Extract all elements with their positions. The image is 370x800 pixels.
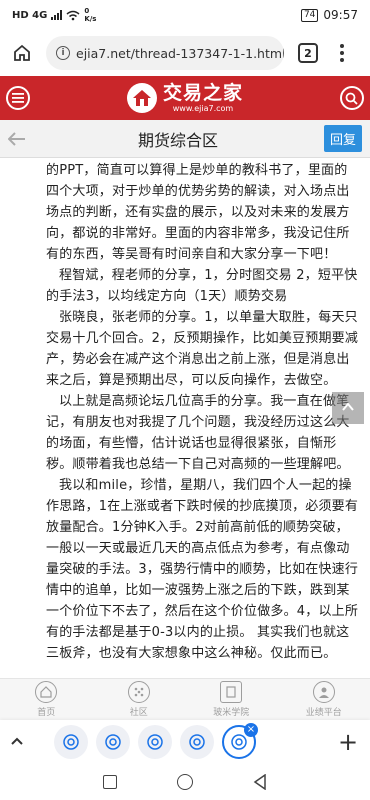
nav-item-community[interactable]: 社区 xyxy=(93,679,186,720)
post-paragraph: 张晓良，张老师的分享。1，以单量大取胜，每天只交易十几个回合。2，反预期操作，比… xyxy=(46,310,359,388)
new-tab-icon[interactable]: + xyxy=(336,728,360,756)
more-menu-icon[interactable] xyxy=(336,44,348,62)
nav-label: 首页 xyxy=(37,708,56,718)
battery-icon: 74 xyxy=(300,8,319,22)
document-icon xyxy=(220,681,243,703)
signal-icon xyxy=(51,10,63,20)
post-content: 的PPT，简直可以算得上是炒单的教科书了，里面的四个大项，对于炒单的优势劣势的解… xyxy=(0,158,370,678)
close-icon[interactable]: × xyxy=(244,723,258,737)
post-paragraph: 我以和mile，珍惜，星期八，我们四个人一起的操作思路，1在上涨或者下跌时候的抄… xyxy=(46,478,359,661)
page-title: 期货综合区 xyxy=(137,130,218,150)
nav-label: 社区 xyxy=(129,708,148,718)
system-nav-bar xyxy=(0,764,370,800)
network-status: HD 4G 0 K/s xyxy=(12,7,96,23)
nav-item-academy[interactable]: 玻米学院 xyxy=(185,679,278,720)
url-text: ejia7.net/thread-137347-1-1.html xyxy=(76,45,284,61)
network-label: HD 4G xyxy=(12,9,48,21)
logo-house-icon xyxy=(126,83,157,113)
clock: 09:57 xyxy=(323,8,358,22)
speed-label: 0 K/s xyxy=(84,7,97,23)
tab-switcher-button[interactable]: 2 xyxy=(298,43,318,63)
grid-icon xyxy=(127,681,150,703)
site-bottom-nav: 首页 社区 玻米学院 业绩平台 xyxy=(0,678,370,720)
search-icon[interactable] xyxy=(339,86,364,110)
back-arrow-icon[interactable] xyxy=(7,127,32,151)
tab-thumbnail[interactable] xyxy=(138,725,172,759)
home-circle-icon[interactable] xyxy=(177,774,193,790)
browser-tab-strip: × + xyxy=(0,720,370,764)
site-logo[interactable]: 交易之家 www.ejia7.com xyxy=(126,81,243,113)
chevron-up-icon[interactable] xyxy=(10,734,34,750)
back-triangle-icon[interactable] xyxy=(253,774,267,790)
logo-title: 交易之家 xyxy=(162,81,243,104)
site-header: 交易之家 www.ejia7.com xyxy=(0,76,370,120)
info-icon[interactable]: i xyxy=(56,46,70,60)
nav-item-home[interactable]: 首页 xyxy=(0,679,93,720)
tab-thumbnail[interactable] xyxy=(54,725,88,759)
active-tab-thumbnail[interactable]: × xyxy=(222,723,258,759)
wifi-icon xyxy=(66,10,80,20)
post-paragraph: 以上就是高频论坛几位高手的分享。我一直在做笔记，有朋友也对我提了几个问题，我没经… xyxy=(46,394,350,472)
home-icon[interactable] xyxy=(10,41,34,65)
reply-button[interactable]: 回复 xyxy=(323,125,362,152)
logo-subtitle: www.ejia7.com xyxy=(172,103,234,113)
tab-thumbnail[interactable] xyxy=(96,725,130,759)
nav-label: 玻米学院 xyxy=(213,708,250,718)
post-paragraph: 程智斌，程老师的分享，1，分时图交易 2，短平快的手法3，以均线定方向（1天）顺… xyxy=(46,268,358,304)
menu-icon[interactable] xyxy=(6,86,30,110)
nav-item-performance[interactable]: 业绩平台 xyxy=(278,679,370,720)
page-title-bar: 期货综合区 回复 xyxy=(0,120,370,158)
address-bar[interactable]: i ejia7.net/thread-137347-1-1.html xyxy=(46,36,284,70)
scroll-top-button[interactable] xyxy=(332,392,364,424)
user-icon xyxy=(312,681,335,703)
post-paragraph: 的PPT，简直可以算得上是炒单的教科书了，里面的四个大项，对于炒单的优势劣势的解… xyxy=(46,163,350,262)
recents-icon[interactable] xyxy=(103,775,117,789)
status-bar: HD 4G 0 K/s 74 09:57 xyxy=(0,0,370,30)
tab-thumbnail[interactable] xyxy=(180,725,214,759)
home-icon xyxy=(35,681,58,703)
nav-label: 业绩平台 xyxy=(305,708,342,718)
browser-toolbar: i ejia7.net/thread-137347-1-1.html 2 xyxy=(0,30,370,76)
